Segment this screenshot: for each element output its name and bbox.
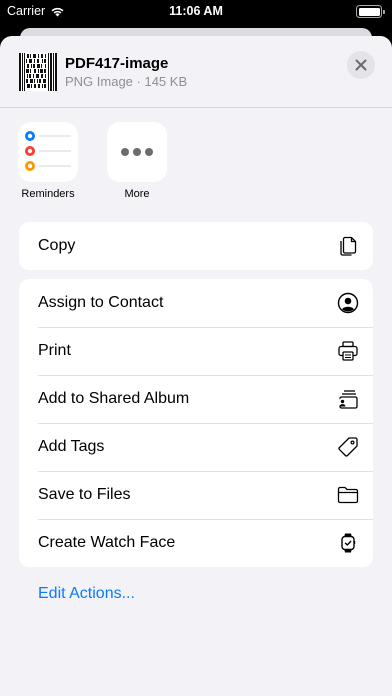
- action-label: Create Watch Face: [38, 534, 176, 551]
- share-sheet: PDF417-image PNG Image · 145 KB Reminder…: [0, 36, 392, 696]
- action-add-to-shared-album[interactable]: Add to Shared Album: [19, 375, 373, 423]
- action-assign-to-contact[interactable]: Assign to Contact: [19, 279, 373, 327]
- close-button[interactable]: [347, 51, 375, 79]
- file-info: PNG Image · 145 KB: [65, 74, 188, 89]
- printer-icon: [338, 341, 358, 361]
- action-create-watch-face[interactable]: Create Watch Face: [19, 519, 373, 567]
- action-label: Assign to Contact: [38, 294, 164, 311]
- action-print[interactable]: Print: [19, 327, 373, 375]
- folder-icon: [337, 486, 359, 504]
- reminders-icon: [18, 122, 78, 182]
- secondary-actions: Assign to Contact Print Add to Shared Al…: [19, 279, 373, 567]
- action-label: Add to Shared Album: [38, 390, 190, 407]
- shared-album-icon: [338, 390, 358, 409]
- action-label: Save to Files: [38, 486, 131, 503]
- status-bar: Carrier 11:06 AM: [0, 0, 392, 24]
- close-icon: [355, 59, 367, 71]
- status-time: 11:06 AM: [169, 4, 223, 18]
- barcode-thumbnail: [19, 53, 57, 91]
- action-copy[interactable]: Copy: [19, 222, 373, 270]
- battery-icon: [356, 5, 385, 18]
- watch-icon: [341, 533, 356, 553]
- app-label-reminders: Reminders: [21, 188, 75, 200]
- person-circle-icon: [337, 292, 359, 314]
- action-add-tags[interactable]: Add Tags: [19, 423, 373, 471]
- app-more[interactable]: More: [107, 122, 167, 200]
- more-icon: [107, 122, 167, 182]
- action-label: Add Tags: [38, 438, 105, 455]
- action-label: Print: [38, 342, 71, 359]
- primary-actions: Copy: [19, 222, 373, 270]
- action-save-to-files[interactable]: Save to Files: [19, 471, 373, 519]
- app-label-more: More: [124, 188, 150, 200]
- share-header: PDF417-image PNG Image · 145 KB: [0, 36, 392, 108]
- app-reminders[interactable]: Reminders: [18, 122, 78, 200]
- file-name: PDF417-image: [65, 55, 169, 72]
- tag-icon: [338, 437, 358, 457]
- app-row: Reminders More: [0, 122, 392, 212]
- action-label: Copy: [38, 237, 76, 254]
- edit-actions-link[interactable]: Edit Actions...: [38, 585, 135, 603]
- copy-icon: [340, 236, 357, 256]
